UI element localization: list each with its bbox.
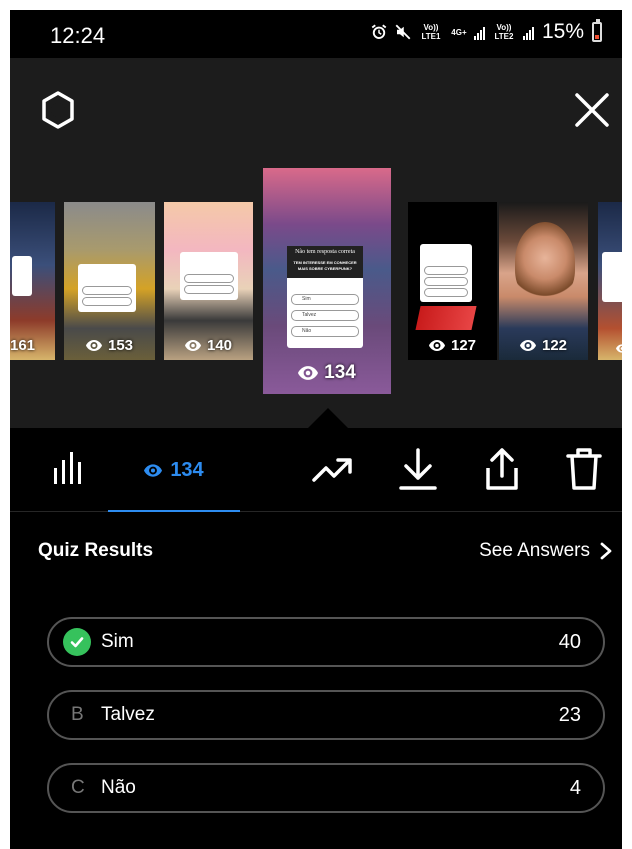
eye-icon: [428, 340, 445, 351]
see-answers-label: See Answers: [479, 540, 590, 561]
quiz-option-label: Não: [101, 777, 136, 798]
correct-check-icon: [63, 628, 91, 656]
settings-icon[interactable]: [38, 90, 78, 130]
story-view-count: 122: [499, 337, 588, 354]
share-icon[interactable]: [482, 446, 522, 492]
story-view-count: 140: [164, 337, 253, 354]
signal-2-icon: [522, 24, 534, 40]
quiz-option-letter: B: [71, 704, 84, 725]
quiz-sticker-option: Não: [291, 326, 359, 337]
signal-1-icon: [473, 24, 485, 40]
quiz-sticker-option: Sim: [291, 294, 359, 305]
delete-trash-icon[interactable]: [566, 446, 602, 492]
viewers-count: 134: [170, 458, 204, 481]
story-toolbar: 134: [10, 428, 622, 512]
quiz-option-letter: C: [71, 777, 85, 798]
eye-icon: [144, 463, 163, 477]
promote-trending-icon[interactable]: [312, 456, 352, 484]
story-thumbnail[interactable]: 122: [499, 202, 588, 360]
close-icon[interactable]: [574, 92, 610, 128]
network-1-label: Vo)) LTE1: [421, 23, 441, 41]
status-bar: 12:24 Vo)) LTE1 4G+ Vo)) LTE2 15%: [10, 10, 622, 58]
viewers-tab[interactable]: 134: [108, 428, 240, 512]
quiz-sticker-option: Talvez: [291, 310, 359, 321]
quiz-option-talvez[interactable]: B Talvez 23: [47, 690, 605, 740]
quiz-option-count: 23: [558, 703, 581, 726]
quiz-sticker: Não tem resposta correta TEM INTERESSE E…: [287, 246, 363, 348]
see-answers-link[interactable]: See Answers: [479, 540, 612, 562]
quiz-sticker-title: Não tem resposta correta: [287, 246, 363, 258]
story-view-count: 153: [64, 337, 155, 354]
eye-icon: [519, 340, 536, 351]
quiz-results-header: Quiz Results See Answers: [10, 512, 622, 592]
quiz-option-sim[interactable]: Sim 40: [47, 617, 605, 667]
quiz-option-count: 40: [558, 630, 581, 653]
quiz-option-label: Talvez: [101, 704, 155, 725]
story-thumbnail[interactable]: 140: [164, 202, 253, 360]
story-thumbnail[interactable]: 153: [64, 202, 155, 360]
eye-icon: [85, 340, 102, 351]
story-view-count: 134: [263, 362, 391, 384]
download-icon[interactable]: [398, 448, 438, 492]
quiz-results-title: Quiz Results: [38, 540, 154, 561]
story-view-count: 127: [408, 337, 497, 354]
network-type-label: 4G+: [451, 27, 467, 37]
chevron-right-icon: [600, 542, 612, 560]
status-icons: Vo)) LTE1 4G+ Vo)) LTE2 15%: [370, 19, 602, 44]
alarm-icon: [371, 24, 387, 39]
insights-bar-chart-icon[interactable]: [52, 450, 84, 486]
mute-icon: [395, 24, 411, 40]
story-view-count: [598, 343, 622, 354]
quiz-option-label: Sim: [101, 631, 134, 652]
network-2-label: Vo)) LTE2: [494, 23, 514, 41]
screen: 12:24 Vo)) LTE1 4G+ Vo)) LTE2 15% 161 15…: [10, 10, 622, 849]
story-thumbnail-selected[interactable]: Não tem resposta correta TEM INTERESSE E…: [263, 168, 391, 394]
eye-icon: [616, 344, 622, 353]
selected-story-pointer: [308, 408, 348, 428]
battery-percent: 15%: [541, 20, 584, 43]
eye-icon: [184, 340, 201, 351]
story-view-count: 161: [10, 337, 36, 354]
story-thumbnail[interactable]: 127: [408, 202, 497, 360]
story-thumbnail[interactable]: 161: [10, 202, 55, 360]
quiz-option-nao[interactable]: C Não 4: [47, 763, 605, 813]
quiz-sticker-question: TEM INTERESSE EM CONHECER MAIS SOBRE CYB…: [287, 258, 363, 278]
eye-icon: [298, 366, 319, 380]
battery-icon: [592, 19, 602, 42]
story-carousel: 161 153 140 Não tem resposta correta TEM…: [10, 58, 622, 428]
quiz-option-count: 4: [569, 776, 581, 799]
story-thumbnail[interactable]: [598, 202, 622, 360]
status-time: 12:24: [50, 23, 106, 48]
